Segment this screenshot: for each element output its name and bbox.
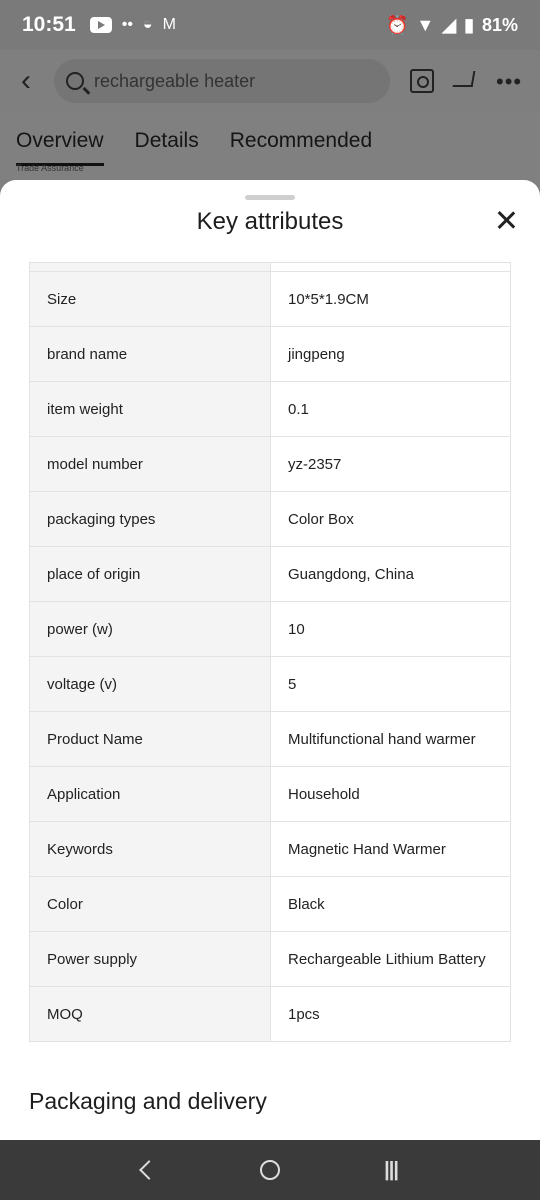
more-options-icon[interactable]: ••• — [496, 69, 522, 94]
tab-overview[interactable]: Overview — [16, 112, 104, 166]
attribute-key: Application — [29, 766, 271, 822]
attribute-value: Household — [270, 766, 511, 822]
nav-home-icon[interactable] — [260, 1160, 281, 1180]
attribute-value: 0.1 — [270, 381, 511, 437]
attribute-value: 10*5*1.9CM — [270, 271, 511, 327]
table-row: power (w) 10 — [29, 601, 511, 657]
tab-recommended[interactable]: Recommended — [230, 112, 372, 184]
attribute-value: jingpeng — [270, 326, 511, 382]
attribute-key: item weight — [29, 381, 271, 437]
attribute-key: Keywords — [29, 821, 271, 877]
attribute-key: Product Name — [29, 711, 271, 767]
tab-details[interactable]: Details — [135, 112, 199, 184]
gmail-icon: M — [162, 16, 176, 33]
table-row: Color Black — [29, 876, 511, 932]
attribute-value: yz-2357 — [270, 436, 511, 492]
attribute-value — [270, 262, 511, 272]
key-attributes-sheet: Key attributes Size 10*5*1.9CM brand name j… — [0, 180, 540, 1140]
youtube-icon — [89, 17, 112, 33]
cart-icon[interactable] — [452, 71, 476, 87]
chevron-left-icon: ‹ — [21, 64, 31, 97]
table-row: place of origin Guangdong, China — [29, 546, 511, 602]
system-icons: ⏰ ▼ ◢ ▮ 81% — [386, 15, 518, 36]
attribute-value: 10 — [270, 601, 511, 657]
attribute-key: MOQ — [29, 986, 271, 1042]
signal-icon: ◢ — [442, 14, 457, 35]
attribute-value: Guangdong, China — [270, 546, 511, 602]
packaging-delivery-heading: Packaging and delivery — [29, 1088, 267, 1114]
attribute-key: Color — [29, 876, 271, 932]
table-row: voltage (v) 5 — [29, 656, 511, 712]
attributes-table: Size 10*5*1.9CM brand name jingpeng item wei… — [29, 262, 511, 1042]
status-time: 10:51 — [22, 13, 76, 36]
table-row: packaging types Color Box — [29, 491, 511, 547]
nav-recents-icon[interactable]: ||| — [384, 1159, 399, 1182]
voicemail-icon: •• — [121, 16, 133, 33]
close-icon[interactable] — [494, 208, 518, 232]
attribute-value: 5 — [270, 656, 511, 712]
alarm-icon: ⏰ — [385, 14, 409, 35]
reddit-icon: ◒ — [142, 16, 153, 33]
attribute-key: Size — [29, 271, 271, 327]
table-row: Keywords Magnetic Hand Warmer — [29, 821, 511, 877]
attribute-value: Black — [270, 876, 511, 932]
table-row: model number yz-2357 — [29, 436, 511, 492]
attribute-key: voltage (v) — [29, 656, 271, 712]
attribute-key: model number — [29, 436, 271, 492]
table-row: Application Household — [29, 766, 511, 822]
nav-back-icon[interactable] — [139, 1160, 159, 1180]
table-row: Size 10*5*1.9CM — [29, 271, 511, 327]
trade-assurance-label: Trade Assurance — [16, 163, 84, 173]
attribute-value: Magnetic Hand Warmer — [270, 821, 511, 877]
system-nav-bar: ||| — [0, 1140, 540, 1200]
attribute-value: Multifunctional hand warmer — [270, 711, 511, 767]
battery-icon: ▮ — [464, 14, 474, 35]
attribute-value: 1pcs — [270, 986, 511, 1042]
wifi-icon: ▼ — [416, 14, 435, 35]
attribute-key: power (w) — [29, 601, 271, 657]
notification-icons: •• ◒ M — [89, 16, 176, 34]
table-row: brand name jingpeng — [29, 326, 511, 382]
table-row: item weight 0.1 — [29, 381, 511, 437]
table-row: Power supply Rechargeable Lithium Battery — [29, 931, 511, 987]
sheet-title: Key attributes — [196, 208, 344, 235]
search-icon — [66, 72, 84, 90]
attribute-value: Rechargeable Lithium Battery — [270, 931, 511, 987]
search-header: ‹ rechargeable heater ••• — [0, 50, 540, 112]
camera-icon[interactable] — [410, 69, 434, 93]
battery-level: 81% — [481, 14, 518, 35]
table-row: MOQ 1pcs — [29, 986, 511, 1042]
attribute-key — [29, 262, 271, 272]
attribute-key: packaging types — [29, 491, 271, 547]
table-row — [29, 262, 511, 272]
table-row: Product Name Multifunctional hand warmer — [29, 711, 511, 767]
back-button[interactable]: ‹ — [12, 63, 40, 99]
attribute-value: Color Box — [270, 491, 511, 547]
search-query: rechargeable heater — [94, 70, 256, 91]
search-input[interactable]: rechargeable heater — [54, 59, 390, 103]
product-tabs: Overview Details Recommended — [0, 112, 540, 184]
status-bar: 10:51 •• ◒ M ⏰ ▼ ◢ ▮ 81% — [0, 0, 540, 50]
drag-handle[interactable] — [245, 195, 295, 200]
attribute-key: brand name — [29, 326, 271, 382]
attribute-key: Power supply — [29, 931, 271, 987]
attribute-key: place of origin — [29, 546, 271, 602]
